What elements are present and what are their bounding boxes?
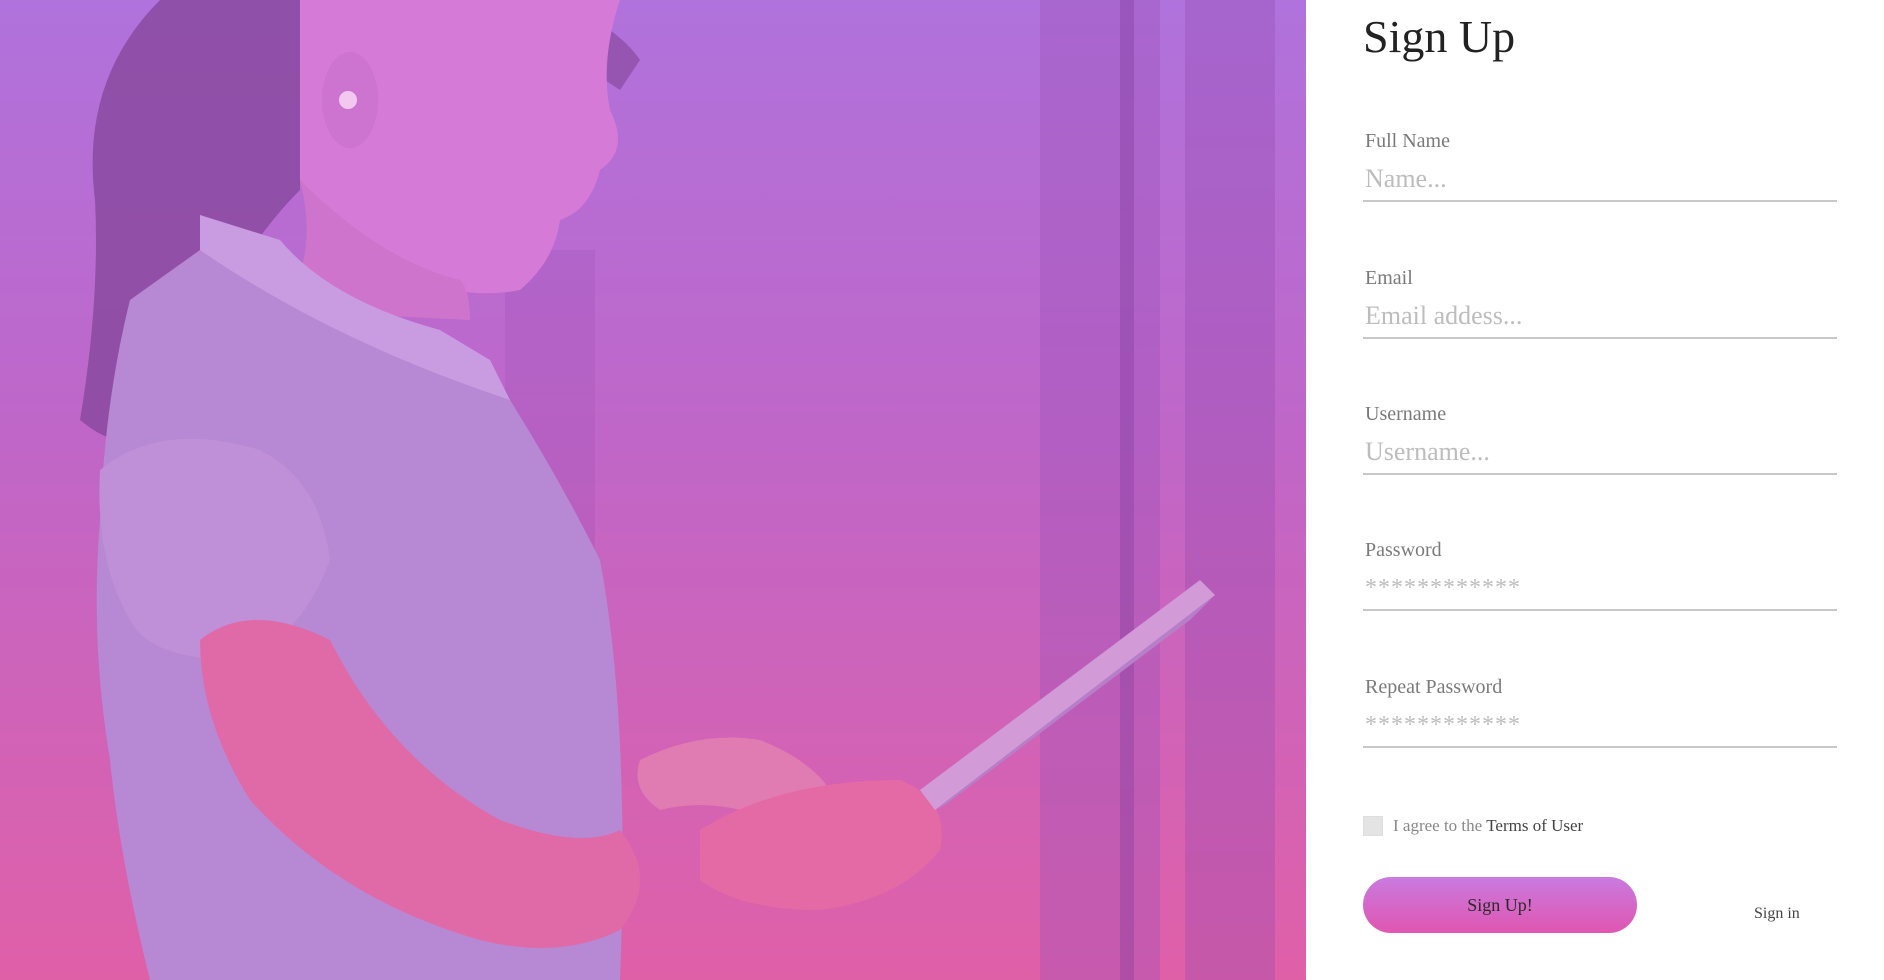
earring (339, 91, 357, 109)
email-label: Email (1365, 267, 1413, 289)
full-name-input[interactable] (1363, 158, 1837, 202)
username-input[interactable] (1363, 431, 1837, 475)
sign-up-button[interactable]: Sign Up! (1363, 877, 1637, 933)
repeat-password-label: Repeat Password (1365, 676, 1503, 698)
door-trim (1120, 0, 1134, 980)
password-field: Password (1363, 539, 1837, 629)
username-label: Username (1365, 403, 1447, 425)
email-field: Email (1363, 267, 1837, 357)
signup-form-panel: Sign Up Full Name Email Username Passwor… (1306, 0, 1884, 980)
password-label: Password (1365, 539, 1442, 561)
terms-link[interactable]: Terms of User (1486, 816, 1583, 836)
door-panel (1185, 0, 1275, 980)
full-name-field: Full Name (1363, 130, 1837, 220)
terms-checkbox[interactable] (1363, 816, 1383, 836)
email-input[interactable] (1363, 295, 1837, 339)
woman-using-tablet-photo (80, 0, 1275, 980)
sign-in-link[interactable]: Sign in (1754, 905, 1800, 923)
signup-page: Sign Up Full Name Email Username Passwor… (0, 0, 1884, 980)
full-name-label: Full Name (1365, 130, 1450, 152)
page-title: Sign Up (1363, 11, 1516, 62)
hero-panel (0, 0, 1306, 980)
agree-text: I agree to the (1393, 816, 1483, 835)
repeat-password-input[interactable] (1363, 704, 1837, 748)
door-frame (1040, 0, 1160, 980)
username-field: Username (1363, 403, 1837, 493)
terms-agreement: I agree to the Terms of User (1363, 815, 1583, 837)
password-input[interactable] (1363, 567, 1837, 611)
repeat-password-field: Repeat Password (1363, 676, 1837, 766)
